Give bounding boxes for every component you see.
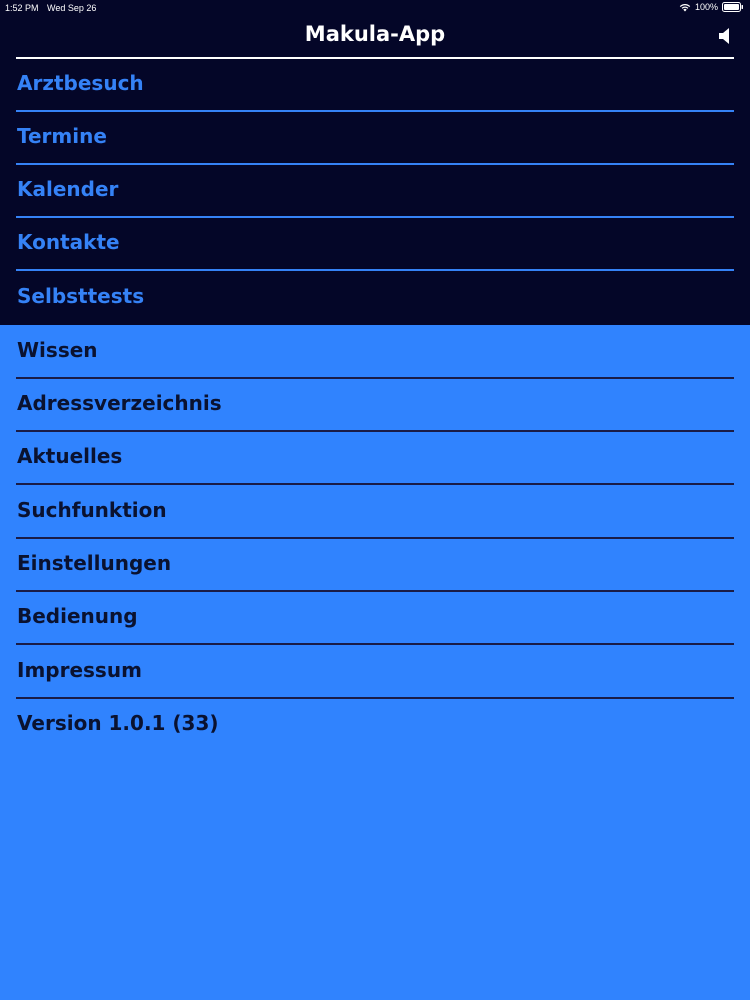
menu-item-adressverzeichnis[interactable]: Adressverzeichnis	[16, 379, 734, 432]
status-date: Wed Sep 26	[47, 3, 97, 13]
menu-item-label: Arztbesuch	[17, 71, 144, 95]
status-time: 1:52 PM	[5, 3, 39, 13]
menu-item-kontakte[interactable]: Kontakte	[16, 218, 734, 271]
battery-percentage: 100%	[694, 2, 718, 12]
menu-divider	[16, 269, 734, 271]
menu-item-label: Kontakte	[17, 230, 120, 254]
speaker-icon	[719, 28, 729, 44]
app-header: Makula-App	[0, 18, 750, 56]
status-bar: 1:52 PM Wed Sep 26 100%	[0, 0, 750, 16]
version-label: Version 1.0.1 (33)	[17, 711, 219, 735]
menu-item-label: Aktuelles	[17, 444, 123, 468]
menu-item-selbsttests[interactable]: Selbsttests	[16, 272, 734, 325]
status-indicators: 100%	[679, 2, 744, 12]
menu-item-label: Suchfunktion	[17, 498, 167, 522]
wifi-icon	[679, 3, 691, 12]
menu-item-impressum[interactable]: Impressum	[16, 646, 734, 699]
menu-item-einstellungen[interactable]: Einstellungen	[16, 539, 734, 592]
menu-item-label: Adressverzeichnis	[17, 391, 222, 415]
menu-item-kalender[interactable]: Kalender	[16, 165, 734, 218]
menu-item-arztbesuch[interactable]: Arztbesuch	[16, 59, 734, 112]
menu-divider	[16, 697, 734, 699]
menu-item-label: Bedienung	[17, 604, 138, 628]
app-title: Makula-App	[304, 22, 446, 46]
menu-item-bedienung[interactable]: Bedienung	[16, 592, 734, 645]
menu-item-termine[interactable]: Termine	[16, 112, 734, 165]
menu-item-label: Wissen	[17, 338, 98, 362]
menu-item-label: Selbsttests	[17, 284, 145, 308]
menu-item-suchfunktion[interactable]: Suchfunktion	[16, 486, 734, 539]
menu-item-label: Termine	[17, 124, 107, 148]
menu-item-wissen[interactable]: Wissen	[16, 326, 734, 379]
menu-divider	[16, 483, 734, 485]
menu-item-label: Einstellungen	[17, 551, 172, 575]
menu-item-label: Kalender	[17, 177, 119, 201]
menu-item-aktuelles[interactable]: Aktuelles	[16, 432, 734, 485]
menu-divider	[16, 643, 734, 645]
battery-icon	[722, 2, 744, 12]
speaker-button[interactable]	[717, 26, 735, 46]
menu-item-label: Impressum	[17, 658, 142, 682]
